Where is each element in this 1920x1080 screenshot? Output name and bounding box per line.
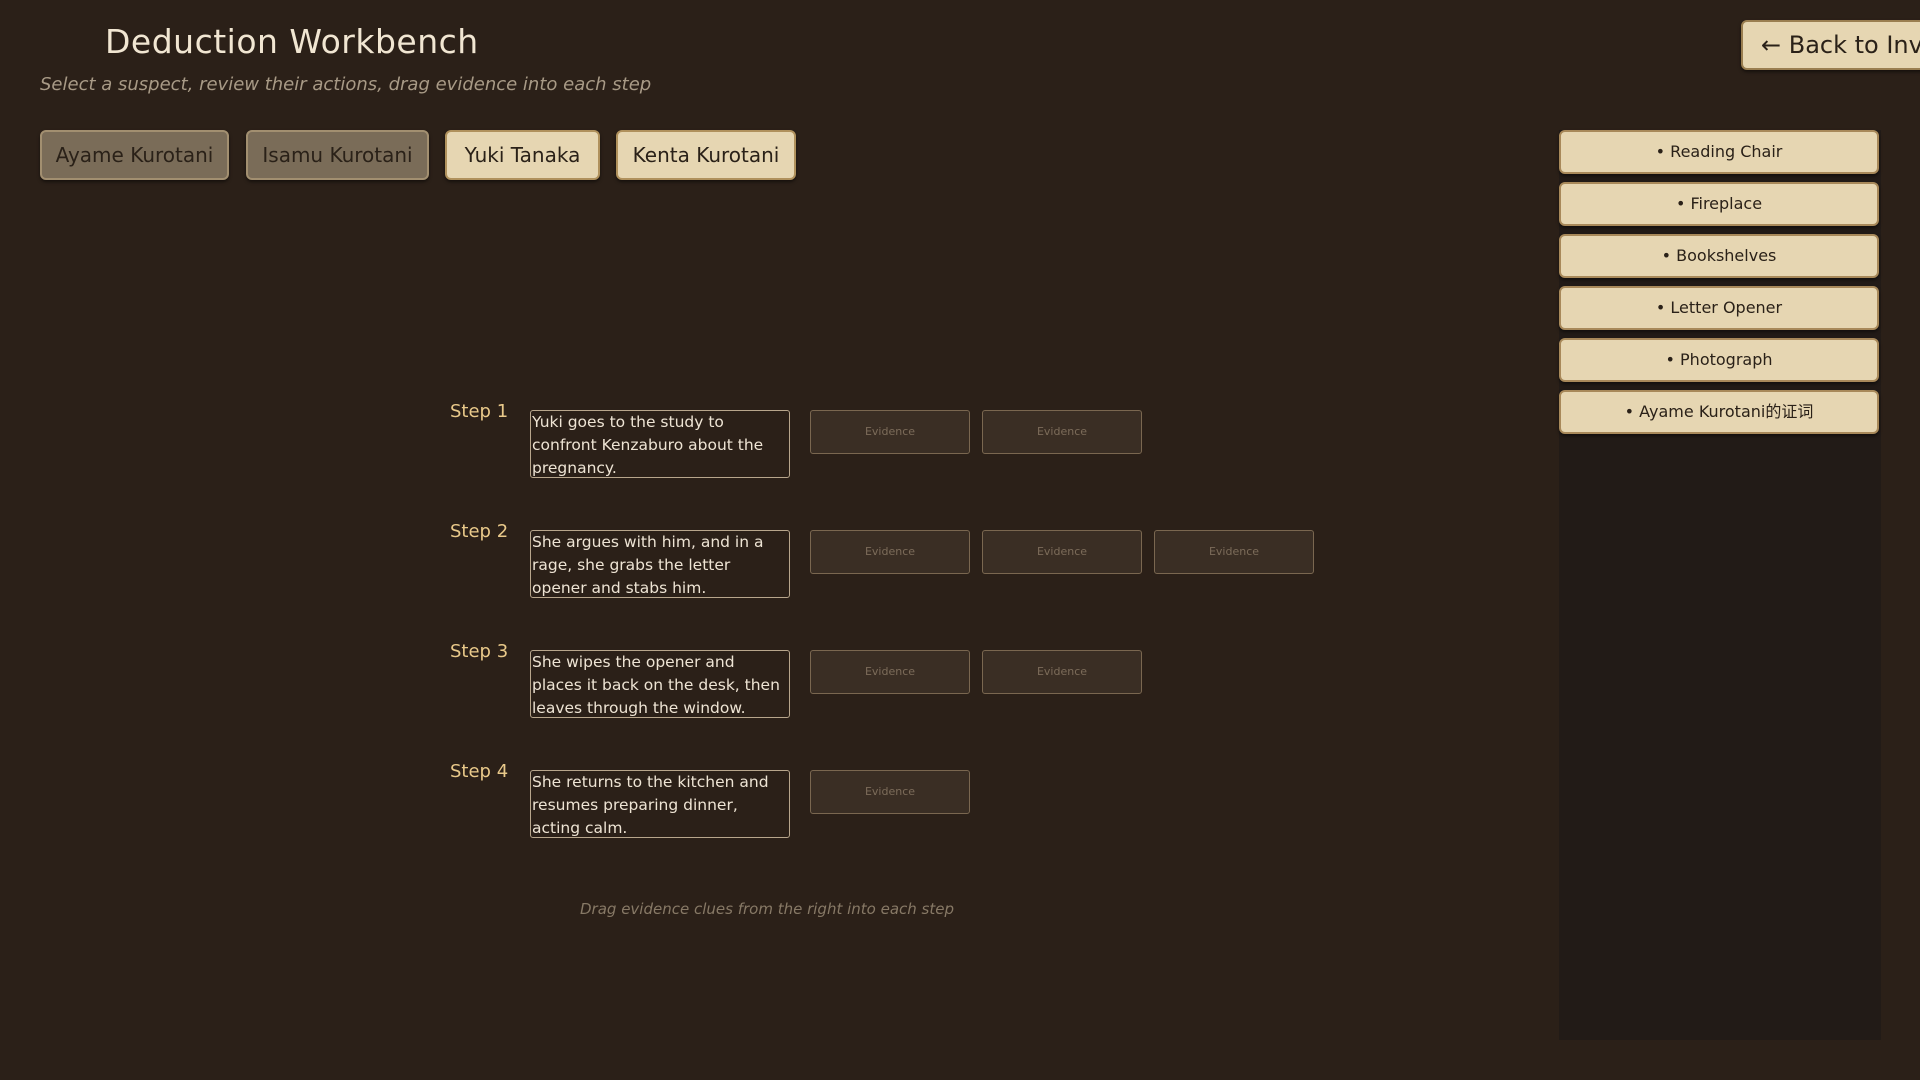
evidence-slot[interactable]: Evidence xyxy=(1154,530,1314,574)
evidence-slot[interactable]: Evidence xyxy=(810,770,970,814)
step-label: Step 1 xyxy=(450,401,509,422)
evidence-card-photograph[interactable]: • Photograph xyxy=(1559,338,1879,382)
suspect-tab-isamu-kurotani[interactable]: Isamu Kurotani xyxy=(246,130,429,180)
step-description: She argues with him, and in a rage, she … xyxy=(530,530,790,598)
evidence-card-reading-chair[interactable]: • Reading Chair xyxy=(1559,130,1879,174)
page-subtitle: Select a suspect, review their actions, … xyxy=(40,74,652,95)
step-description: She wipes the opener and places it back … xyxy=(530,650,790,718)
evidence-card-letter-opener[interactable]: • Letter Opener xyxy=(1559,286,1879,330)
deduction-workbench-screen: Deduction Workbench Select a suspect, re… xyxy=(0,0,1920,1080)
drag-hint-text: Drag evidence clues from the right into … xyxy=(580,900,954,918)
page-title: Deduction Workbench xyxy=(105,22,479,61)
evidence-slot[interactable]: Evidence xyxy=(982,410,1142,454)
evidence-card-bookshelves[interactable]: • Bookshelves xyxy=(1559,234,1879,278)
evidence-slot[interactable]: Evidence xyxy=(810,650,970,694)
suspect-tab-kenta-kurotani[interactable]: Kenta Kurotani xyxy=(616,130,796,180)
suspect-tab-yuki-tanaka[interactable]: Yuki Tanaka xyxy=(445,130,600,180)
step-label: Step 4 xyxy=(450,761,509,782)
step-description: Yuki goes to the study to confront Kenza… xyxy=(530,410,790,478)
step-label: Step 2 xyxy=(450,521,509,542)
evidence-slot[interactable]: Evidence xyxy=(810,410,970,454)
evidence-card-ayame-testimony[interactable]: • Ayame Kurotani的证词 xyxy=(1559,390,1879,434)
suspect-tab-ayame-kurotani[interactable]: Ayame Kurotani xyxy=(40,130,229,180)
back-to-investigation-button[interactable]: ← Back to Inve xyxy=(1741,20,1920,70)
evidence-card-fireplace[interactable]: • Fireplace xyxy=(1559,182,1879,226)
evidence-slot[interactable]: Evidence xyxy=(982,650,1142,694)
step-description: She returns to the kitchen and resumes p… xyxy=(530,770,790,838)
step-label: Step 3 xyxy=(450,641,509,662)
evidence-panel: • Reading Chair • Fireplace • Bookshelve… xyxy=(1559,130,1881,1040)
evidence-slot[interactable]: Evidence xyxy=(982,530,1142,574)
evidence-slot[interactable]: Evidence xyxy=(810,530,970,574)
